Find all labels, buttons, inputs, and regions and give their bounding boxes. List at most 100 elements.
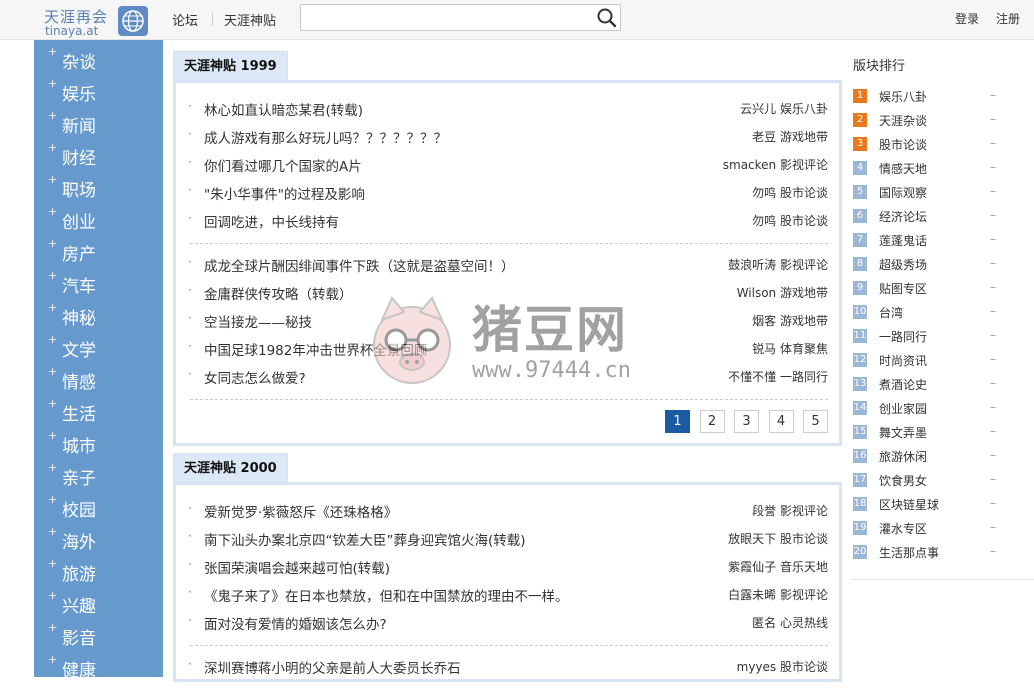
post-author-link[interactable]: 老豆: [752, 130, 776, 144]
post-title-link[interactable]: 回调吃进，中长线持有: [204, 211, 339, 231]
post-title-link[interactable]: 林心如直认暗恋某君(转载): [204, 99, 363, 119]
sidebar-item[interactable]: + 旅游: [48, 557, 158, 592]
post-board-link[interactable]: 影视评论: [780, 258, 828, 272]
post-title-link[interactable]: 金庸群侠传攻略（转载）: [204, 283, 353, 303]
post-author-link[interactable]: smacken: [723, 158, 776, 172]
page-button[interactable]: 3: [734, 410, 759, 433]
ranking-item[interactable]: 16 旅游休闲 –: [853, 448, 1003, 468]
sidebar-item[interactable]: + 房产: [48, 237, 158, 272]
page-button[interactable]: 1: [665, 410, 690, 433]
ranking-item[interactable]: 1 娱乐八卦 –: [853, 88, 1003, 108]
nav-forum-link[interactable]: 论坛: [172, 10, 198, 29]
post-board-link[interactable]: 心灵热线: [780, 616, 828, 630]
ranking-item[interactable]: 14 创业家园 –: [853, 400, 1003, 420]
post-title-link[interactable]: 南下汕头办案北京四“钦差大臣”葬身迎宾馆火海(转载): [204, 529, 526, 549]
post-author-link[interactable]: 匿名: [752, 616, 776, 630]
sidebar-item[interactable]: + 杂谈: [48, 45, 158, 80]
ranking-item[interactable]: 17 饮食男女 –: [853, 472, 1003, 492]
sidebar-item[interactable]: + 影音: [48, 621, 158, 656]
post-author-link[interactable]: Wilson: [737, 286, 776, 300]
post-title-link[interactable]: 你们看过哪几个国家的A片: [204, 155, 362, 175]
post-author-link[interactable]: 紫霞仙子: [728, 560, 776, 574]
post-author-link[interactable]: 烟客: [752, 314, 776, 328]
post-title-link[interactable]: 《鬼子来了》在日本也禁放，但和在中国禁放的理由不一样。: [204, 585, 569, 605]
search-input[interactable]: [301, 5, 591, 30]
sidebar-item[interactable]: + 生活: [48, 397, 158, 432]
post-author-link[interactable]: 锐马: [752, 342, 776, 356]
post-board-link[interactable]: 音乐天地: [780, 560, 828, 574]
post-board-link[interactable]: 游戏地带: [780, 130, 828, 144]
ranking-item[interactable]: 18 区块链星球 –: [853, 496, 1003, 516]
ranking-item[interactable]: 19 灌水专区 –: [853, 520, 1003, 540]
post-board-link[interactable]: 股市论谈: [780, 214, 828, 228]
sidebar-item[interactable]: + 新闻: [48, 109, 158, 144]
nav-shentie-link[interactable]: 天涯神贴: [224, 10, 276, 29]
post-board-link[interactable]: 娱乐八卦: [780, 102, 828, 116]
sidebar-item[interactable]: + 财经: [48, 141, 158, 176]
post-author-link[interactable]: 勿鸣: [752, 186, 776, 200]
post-board-link[interactable]: 游戏地带: [780, 314, 828, 328]
sidebar-item[interactable]: + 娱乐: [48, 77, 158, 112]
post-title-link[interactable]: 女同志怎么做爱?: [204, 367, 306, 387]
post-title-link[interactable]: "朱小华事件"的过程及影响: [204, 183, 365, 203]
post-title-link[interactable]: 成龙全球片酬因绯闻事件下跌（这就是盗墓空间！）: [204, 255, 515, 275]
post-author-link[interactable]: 段誉: [752, 504, 776, 518]
sidebar-item[interactable]: + 亲子: [48, 461, 158, 496]
post-title-link[interactable]: 爱新觉罗·紫薇怒斥《还珠格格》: [204, 501, 397, 521]
post-title-link[interactable]: 成人游戏有那么好玩儿吗？？？？？？？: [204, 127, 447, 147]
sidebar-item[interactable]: + 城市: [48, 429, 158, 464]
sidebar-item[interactable]: + 校园: [48, 493, 158, 528]
ranking-item[interactable]: 5 国际观察 –: [853, 184, 1003, 204]
post-board-link[interactable]: 影视评论: [780, 588, 828, 602]
ranking-item[interactable]: 11 一路同行 –: [853, 328, 1003, 348]
section-tab[interactable]: 天涯神贴 2000: [173, 453, 288, 483]
sidebar-item[interactable]: + 文学: [48, 333, 158, 368]
post-author-link[interactable]: 勿鸣: [752, 214, 776, 228]
sidebar-item[interactable]: + 职场: [48, 173, 158, 208]
post-author-link[interactable]: 不懂不懂: [728, 370, 776, 384]
ranking-item[interactable]: 20 生活那点事 –: [853, 544, 1003, 564]
post-title-link[interactable]: 面对没有爱情的婚姻该怎么办?: [204, 613, 387, 633]
ranking-item[interactable]: 10 台湾 –: [853, 304, 1003, 324]
page-button[interactable]: 5: [803, 410, 828, 433]
post-author-link[interactable]: 白露未晞: [728, 588, 776, 602]
post-board-link[interactable]: 游戏地带: [780, 286, 828, 300]
sidebar-item[interactable]: + 创业: [48, 205, 158, 240]
ranking-item[interactable]: 6 经济论坛 –: [853, 208, 1003, 228]
post-board-link[interactable]: 体育聚焦: [780, 342, 828, 356]
sidebar-item[interactable]: + 兴趣: [48, 589, 158, 624]
sidebar-item[interactable]: + 海外: [48, 525, 158, 560]
ranking-item[interactable]: 15 舞文弄墨 –: [853, 424, 1003, 444]
site-logo[interactable]: 天涯再会 tinaya.at: [44, 6, 148, 38]
post-author-link[interactable]: 云兴儿: [740, 102, 776, 116]
ranking-item[interactable]: 12 时尚资讯 –: [853, 352, 1003, 372]
post-board-link[interactable]: 股市论谈: [780, 186, 828, 200]
post-board-link[interactable]: 股市论谈: [780, 532, 828, 546]
sidebar-item[interactable]: + 情感: [48, 365, 158, 400]
post-title-link[interactable]: 张国荣演唱会越来越可怕(转载): [204, 557, 390, 577]
post-board-link[interactable]: 影视评论: [780, 158, 828, 172]
section-tab[interactable]: 天涯神贴 1999: [173, 51, 288, 81]
ranking-item[interactable]: 8 超级秀场 –: [853, 256, 1003, 276]
post-author-link[interactable]: 鼓浪听涛: [728, 258, 776, 272]
post-board-link[interactable]: 一路同行: [780, 370, 828, 384]
ranking-item[interactable]: 7 莲蓬鬼话 –: [853, 232, 1003, 252]
register-link[interactable]: 注册: [996, 10, 1020, 27]
page-button[interactable]: 4: [768, 410, 794, 433]
page-button[interactable]: 2: [699, 410, 725, 433]
ranking-item[interactable]: 3 股市论谈 –: [853, 136, 1003, 156]
ranking-item[interactable]: 2 天涯杂谈 –: [853, 112, 1003, 132]
post-author-link[interactable]: 放眼天下: [728, 532, 776, 546]
post-board-link[interactable]: 股市论谈: [780, 660, 828, 674]
sidebar-item[interactable]: + 健康: [48, 653, 158, 688]
sidebar-item[interactable]: + 神秘: [48, 301, 158, 336]
ranking-item[interactable]: 4 情感天地 –: [853, 160, 1003, 180]
ranking-item[interactable]: 9 贴图专区 –: [853, 280, 1003, 300]
post-title-link[interactable]: 深圳赛博蒋小明的父亲是前人大委员长乔石: [204, 657, 461, 677]
post-board-link[interactable]: 影视评论: [780, 504, 828, 518]
search-icon[interactable]: [596, 7, 618, 28]
login-link[interactable]: 登录: [955, 10, 979, 27]
sidebar-item[interactable]: + 汽车: [48, 269, 158, 304]
post-author-link[interactable]: myyes: [737, 660, 777, 674]
post-title-link[interactable]: 空当接龙——秘技: [204, 311, 312, 331]
